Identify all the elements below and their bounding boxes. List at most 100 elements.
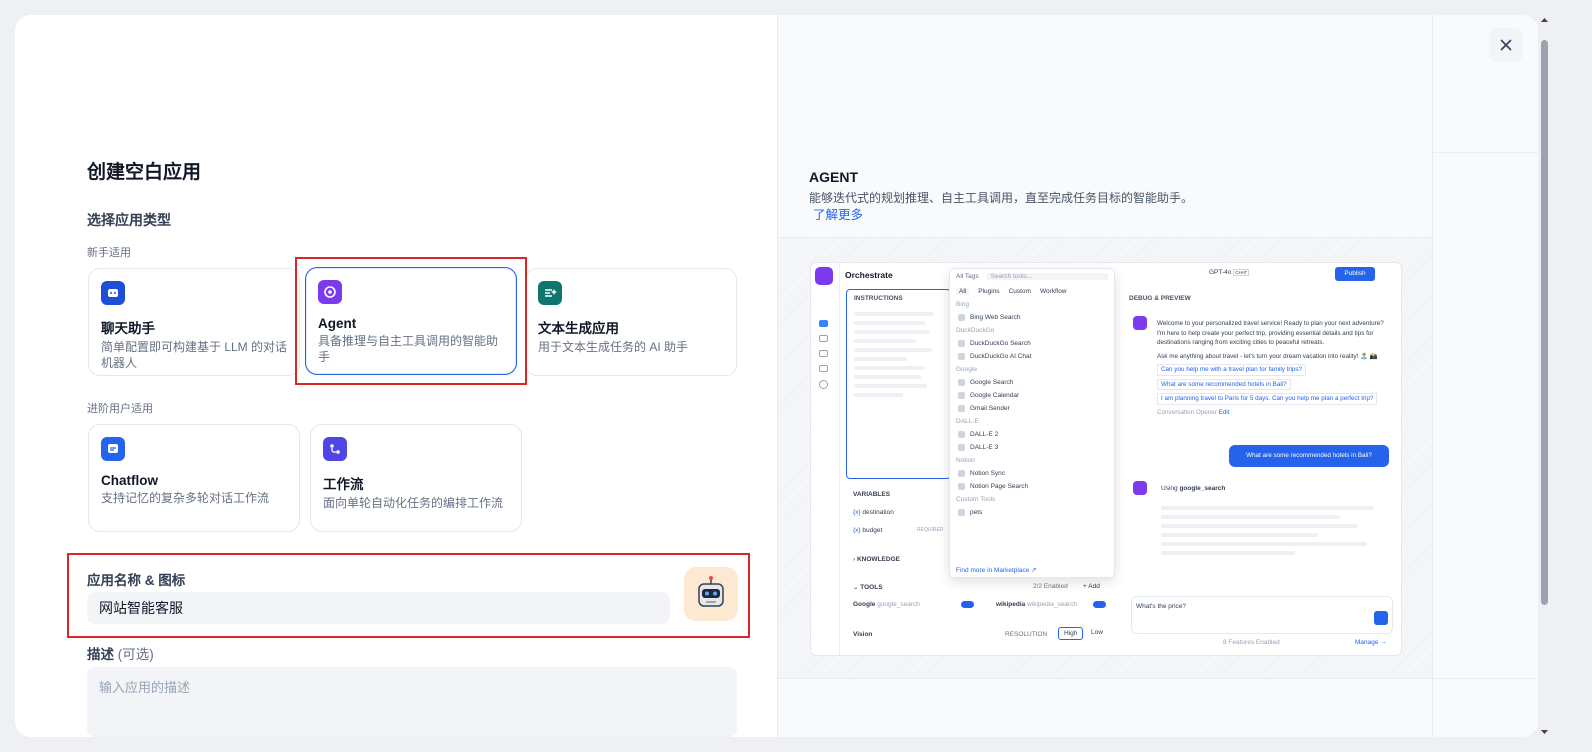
tool-item-label: Google Search bbox=[970, 379, 1014, 386]
scroll-down-icon bbox=[1541, 730, 1548, 734]
publish-button: Publish bbox=[1335, 267, 1375, 281]
tool-list: Bing Bing Web Search DuckDuckGo DuckDuckGo … bbox=[956, 301, 1108, 516]
using-tool-label: Using google_search bbox=[1161, 485, 1226, 492]
divider bbox=[1432, 15, 1433, 737]
tool-item: Google Search bbox=[956, 379, 1108, 386]
tool-item-label: DALL-E 2 bbox=[970, 431, 999, 438]
scroll-up-icon bbox=[1541, 18, 1548, 22]
required-badge: REQUIRED bbox=[917, 527, 944, 533]
tool-item-label: pets bbox=[970, 509, 983, 516]
add-tool-button: + Add bbox=[1083, 583, 1100, 590]
instructions-label: INSTRUCTIONS bbox=[854, 295, 903, 302]
app-type-desc: 用于文本生成任务的 AI 助手 bbox=[538, 340, 689, 354]
tool-group-label: Google bbox=[956, 366, 977, 373]
tool-item: DALL-E 2 bbox=[956, 431, 1108, 438]
tool-item: Gmail Sender bbox=[956, 405, 1108, 412]
tab-plugins: Plugins bbox=[978, 288, 1000, 295]
scrollbar-thumb[interactable] bbox=[1541, 40, 1548, 605]
variables-label: VARIABLES bbox=[853, 491, 891, 498]
toggle-on bbox=[1093, 601, 1106, 608]
model-selector: GPT-4o CHAT bbox=[1209, 269, 1250, 276]
user-message: What are some recommended hotels in Bali… bbox=[1229, 445, 1389, 467]
resolution-high: High bbox=[1058, 627, 1084, 640]
app-type-desc: 面向单轮自动化任务的编排工作流 bbox=[323, 496, 504, 510]
resolution-label: RESOLUTION bbox=[1005, 631, 1048, 638]
tool-item-icon bbox=[958, 392, 965, 399]
learn-more-link[interactable]: 了解更多 bbox=[813, 204, 863, 223]
preview-description: 能够迭代式的规划推理、自主工具调用，直至完成任务目标的智能助手。 bbox=[809, 191, 1194, 205]
preview-rail bbox=[811, 263, 840, 655]
app-type-name: 文本生成应用 bbox=[538, 321, 619, 336]
app-type-desc: 简单配置即可构建基于 LLM 的对话机器人 bbox=[101, 340, 288, 370]
tool-item-icon bbox=[958, 405, 965, 412]
tool-search-input: Search tools... bbox=[986, 273, 1108, 280]
tool-item-label: Notion Sync bbox=[970, 470, 1006, 477]
bot-avatar bbox=[1133, 316, 1147, 330]
app-type-chatflow[interactable]: Chatflow 支持记忆的复杂多轮对话工作流 bbox=[88, 424, 300, 532]
tool-group-label: DALL-E bbox=[956, 418, 979, 425]
app-type-workflow[interactable]: 工作流 面向单轮自动化任务的编排工作流 bbox=[310, 424, 522, 532]
tool-item: pets bbox=[956, 509, 1108, 516]
variable-destination: {x} destination bbox=[853, 509, 894, 516]
app-type-text-generator[interactable]: 文本生成应用 用于文本生成任务的 AI 助手 bbox=[525, 268, 737, 376]
close-button[interactable] bbox=[1489, 28, 1523, 62]
toggle-on bbox=[961, 601, 974, 608]
create-form-panel: 创建空白应用 选择应用类型 新手适用 聊天助手 简单配置即可构建基于 LLM 的… bbox=[15, 15, 777, 737]
preview-title: AGENT bbox=[809, 169, 858, 185]
bot-avatar bbox=[1133, 481, 1147, 495]
tool-item: Google Calendar bbox=[956, 392, 1108, 399]
tools-label: ⌄ TOOLS bbox=[853, 584, 883, 591]
highlight-name-box bbox=[67, 553, 750, 638]
advanced-label: 进阶用户适用 bbox=[87, 403, 153, 415]
tool-item: DuckDuckGo Search bbox=[956, 340, 1108, 347]
tool-item-icon bbox=[958, 340, 965, 347]
tool-item-icon bbox=[958, 483, 965, 490]
tab-all: All bbox=[956, 288, 970, 295]
app-type-name: 工作流 bbox=[323, 477, 364, 492]
welcome-message: Welcome to your personalized travel serv… bbox=[1157, 320, 1384, 416]
app-type-heading: 选择应用类型 bbox=[87, 212, 171, 228]
tool-item-icon bbox=[958, 353, 965, 360]
tool-item-icon bbox=[958, 470, 965, 477]
tool-item-icon bbox=[958, 431, 965, 438]
knowledge-label: › KNOWLEDGE bbox=[853, 556, 900, 563]
tool-google: Google google_search bbox=[853, 601, 920, 608]
features-enabled: 8 Features Enabled bbox=[1223, 639, 1280, 646]
tool-item-label: Gmail Sender bbox=[970, 405, 1010, 412]
highlight-agent-box bbox=[295, 257, 527, 385]
bot-reply-placeholder bbox=[1161, 501, 1385, 560]
tool-group-label: Bing bbox=[956, 301, 970, 308]
tool-item: Bing Web Search bbox=[956, 314, 1108, 321]
chatflow-icon bbox=[101, 437, 125, 461]
chat-bot-icon bbox=[101, 281, 125, 305]
app-type-name: Chatflow bbox=[101, 473, 158, 488]
tool-item-label: DALL-E 3 bbox=[970, 444, 999, 451]
find-more-link: Find more in Marketplace ↗ bbox=[956, 567, 1037, 574]
send-icon bbox=[1374, 611, 1388, 625]
agent-preview-image: Orchestrate INSTRUCTIONS VARIABLES {x} d… bbox=[810, 262, 1402, 656]
orchestrate-title: Orchestrate bbox=[845, 270, 893, 280]
tab-workflow: Workflow bbox=[1039, 288, 1067, 295]
app-type-chatbot[interactable]: 聊天助手 简单配置即可构建基于 LLM 的对话机器人 bbox=[88, 268, 300, 376]
tool-item-icon bbox=[958, 314, 965, 321]
tool-group-label: Custom Tools bbox=[956, 496, 996, 503]
tool-item-icon bbox=[958, 509, 965, 516]
tool-item-icon bbox=[958, 444, 965, 451]
description-label: 描述 (可选) bbox=[87, 647, 154, 662]
tool-item-label: Bing Web Search bbox=[970, 314, 1021, 321]
debug-preview-label: DEBUG & PREVIEW bbox=[1129, 295, 1191, 302]
tool-item-label: DuckDuckGo AI Chat bbox=[970, 353, 1032, 360]
beginner-label: 新手适用 bbox=[87, 247, 131, 259]
tool-item-label: Google Calendar bbox=[970, 392, 1020, 399]
text-gen-icon bbox=[538, 281, 562, 305]
tool-item: Notion Sync bbox=[956, 470, 1108, 477]
tool-item-label: Notion Page Search bbox=[970, 483, 1029, 490]
description-input[interactable]: 输入应用的描述 bbox=[87, 667, 737, 737]
workflow-icon bbox=[323, 437, 347, 461]
close-icon bbox=[1500, 39, 1512, 51]
tab-custom: Custom bbox=[1008, 288, 1031, 295]
tool-picker-dropdown: All Tags Search tools... All Plugins Cus… bbox=[949, 268, 1115, 578]
app-type-desc: 支持记忆的复杂多轮对话工作流 bbox=[101, 491, 270, 505]
app-logo-icon bbox=[815, 267, 833, 285]
chat-input: What's the price? bbox=[1131, 596, 1393, 634]
